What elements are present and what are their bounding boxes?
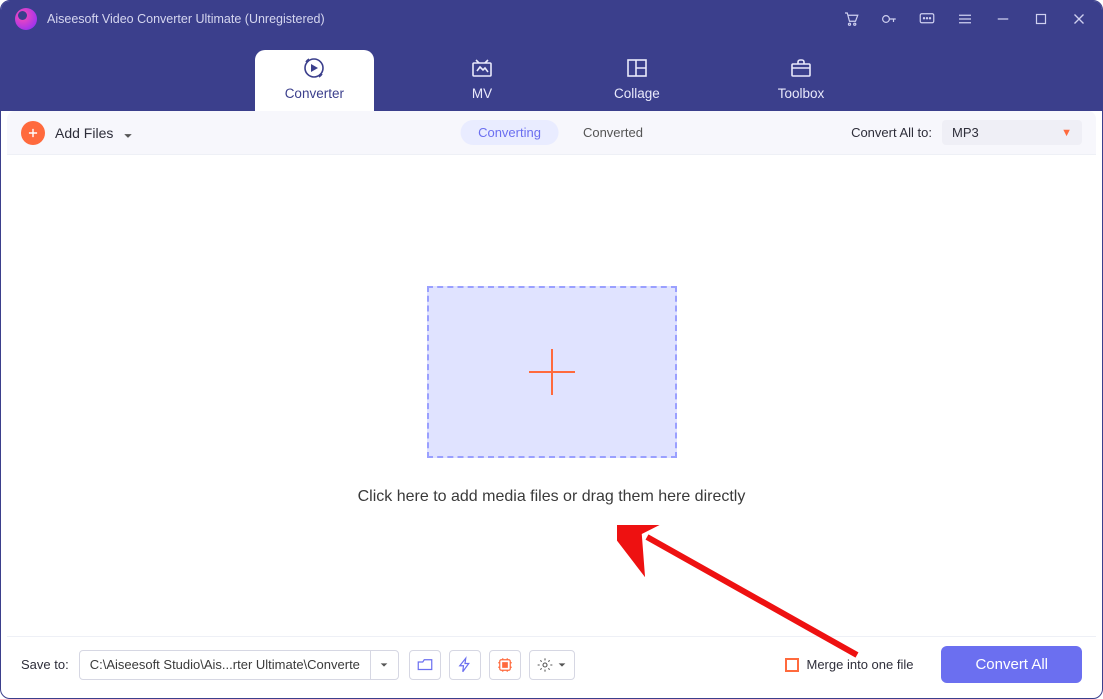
- nav-tabs: Converter MV Collage Toolbox: [1, 50, 1102, 111]
- tab-toolbox-label: Toolbox: [778, 86, 825, 101]
- toolbar: Add Files Converting Converted Convert A…: [7, 111, 1096, 155]
- add-files-button[interactable]: Add Files: [21, 121, 133, 145]
- save-to-label: Save to:: [21, 657, 69, 672]
- tab-mv-label: MV: [472, 86, 492, 101]
- content-area: Click here to add media files or drag th…: [7, 155, 1096, 636]
- key-icon[interactable]: [880, 10, 898, 28]
- open-folder-button[interactable]: [409, 650, 441, 680]
- dropzone-caption: Click here to add media files or drag th…: [358, 488, 746, 506]
- merge-label: Merge into one file: [807, 657, 914, 672]
- window-title: Aiseesoft Video Converter Ultimate (Unre…: [47, 12, 325, 26]
- convert-all-button[interactable]: Convert All: [941, 646, 1082, 683]
- tab-converted[interactable]: Converted: [583, 125, 643, 140]
- convert-all-to-label: Convert All to:: [851, 125, 932, 140]
- plus-icon: [529, 349, 575, 395]
- chevron-down-icon: ▼: [1061, 127, 1072, 139]
- checkbox-icon: [785, 658, 799, 672]
- feedback-icon[interactable]: [918, 10, 936, 28]
- lightning-off-button[interactable]: [449, 650, 481, 680]
- plus-circle-icon: [21, 121, 45, 145]
- dropzone[interactable]: [427, 286, 677, 458]
- tab-converter-label: Converter: [285, 86, 344, 101]
- save-path-input[interactable]: [80, 657, 370, 672]
- tab-toolbox[interactable]: Toolbox: [754, 50, 849, 111]
- minimize-icon[interactable]: [994, 10, 1012, 28]
- chevron-down-icon: [123, 128, 133, 138]
- tab-collage-label: Collage: [614, 86, 660, 101]
- tab-collage[interactable]: Collage: [590, 50, 684, 111]
- cart-icon[interactable]: [842, 10, 860, 28]
- merge-checkbox[interactable]: Merge into one file: [785, 657, 914, 672]
- close-icon[interactable]: [1070, 10, 1088, 28]
- toolbar-right: Convert All to: MP3 ▼: [851, 120, 1082, 145]
- maximize-icon[interactable]: [1032, 10, 1050, 28]
- footer-tools: [409, 650, 575, 680]
- main-panel: Add Files Converting Converted Convert A…: [7, 111, 1096, 692]
- titlebar: Aiseesoft Video Converter Ultimate (Unre…: [1, 1, 1102, 37]
- app-logo-icon: [15, 8, 37, 30]
- titlebar-left: Aiseesoft Video Converter Ultimate (Unre…: [15, 8, 325, 30]
- format-select[interactable]: MP3 ▼: [942, 120, 1082, 145]
- header: Aiseesoft Video Converter Ultimate (Unre…: [1, 1, 1102, 111]
- app-window: Aiseesoft Video Converter Ultimate (Unre…: [0, 0, 1103, 699]
- add-files-label: Add Files: [55, 125, 113, 141]
- footer: Save to:: [7, 636, 1096, 692]
- gpu-on-button[interactable]: [489, 650, 521, 680]
- titlebar-right: [842, 10, 1088, 28]
- tab-mv[interactable]: MV: [444, 50, 520, 111]
- tab-converting[interactable]: Converting: [460, 120, 559, 145]
- menu-icon[interactable]: [956, 10, 974, 28]
- save-path-field: [79, 650, 399, 680]
- toolbar-center: Converting Converted: [460, 120, 643, 145]
- format-selected-value: MP3: [952, 125, 979, 140]
- tab-converter[interactable]: Converter: [255, 50, 374, 111]
- save-path-dropdown[interactable]: [370, 651, 398, 679]
- settings-button[interactable]: [529, 650, 575, 680]
